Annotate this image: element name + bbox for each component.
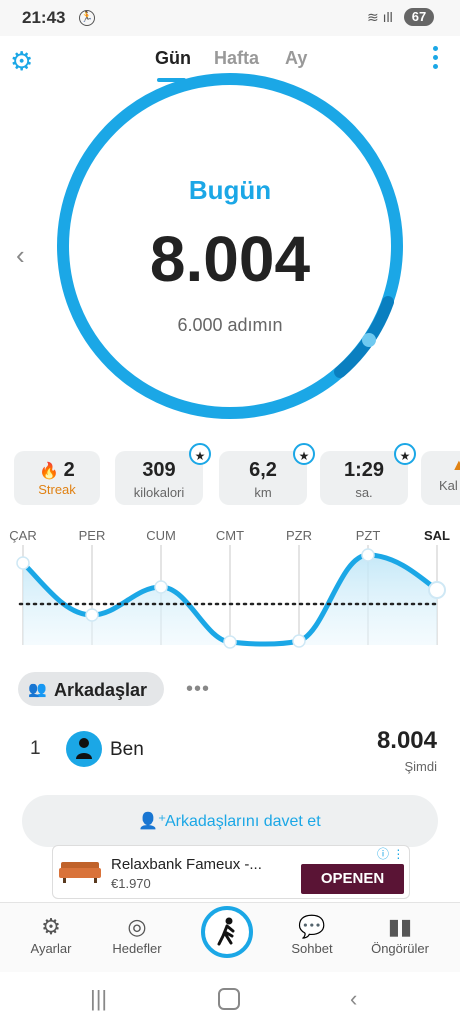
nav-goals[interactable]: ◎ Hedefler bbox=[102, 913, 172, 956]
settings-gear-icon[interactable]: ⚙ bbox=[10, 46, 33, 77]
chart-day-label-today: SAL bbox=[424, 528, 450, 543]
nav-walk-button[interactable] bbox=[201, 906, 253, 958]
status-bar: 21:43 🏃 ≋ ıll 67 bbox=[0, 0, 460, 36]
streak-value: 2 bbox=[63, 459, 75, 481]
nav-insights[interactable]: ▮▮ Öngörüler bbox=[365, 913, 435, 956]
invite-friends-button[interactable]: 👤⁺ Arkadaşlarını davet et bbox=[22, 795, 438, 847]
ring-goal-text: 6.000 adımın bbox=[177, 315, 283, 335]
friend-steps: 8.004 bbox=[376, 727, 437, 754]
friend-updated-time: Şimdi bbox=[404, 759, 437, 774]
gear-icon: ⚙ bbox=[41, 914, 61, 939]
chart-point bbox=[85, 608, 99, 622]
partial-card-label: Kal bbox=[439, 478, 458, 493]
ring-progress-cap bbox=[362, 333, 376, 347]
sofa-image bbox=[59, 862, 101, 883]
time-card[interactable]: 1:29 sa. ★ bbox=[320, 443, 416, 505]
ad-price: €1.970 bbox=[111, 876, 151, 891]
chart-point bbox=[361, 548, 375, 562]
ad-banner[interactable]: Relaxbank Fameux -... €1.970 ⓘ ⋮ OPENEN bbox=[52, 845, 410, 899]
nav-goals-label: Hedefler bbox=[112, 941, 162, 956]
streak-label: Streak bbox=[38, 482, 76, 497]
flame-icon: ▲ bbox=[451, 457, 460, 474]
chart-point bbox=[16, 556, 30, 570]
avatar bbox=[66, 731, 102, 767]
weekly-steps-chart[interactable] bbox=[0, 545, 460, 660]
chart-day-label: PZT bbox=[355, 528, 381, 543]
friends-section-button[interactable]: 👥 Arkadaşlar bbox=[18, 672, 164, 706]
calories-label: kilokalori bbox=[133, 485, 185, 500]
nav-insights-label: Öngörüler bbox=[371, 941, 429, 956]
chart-day-label: PZR bbox=[286, 528, 312, 543]
friends-more-icon[interactable]: ••• bbox=[186, 678, 210, 701]
battery-indicator: 67 bbox=[404, 8, 434, 26]
chart-point bbox=[154, 580, 168, 594]
distance-card[interactable]: 6,2 km ★ bbox=[219, 443, 315, 505]
chart-point-today bbox=[428, 581, 446, 599]
overflow-menu-icon[interactable] bbox=[433, 46, 439, 73]
time-label: sa. bbox=[355, 485, 373, 500]
friends-title: Arkadaşlar bbox=[54, 680, 148, 700]
friends-group-icon: 👥 bbox=[28, 681, 47, 698]
star-badge-icon: ★ bbox=[394, 443, 416, 465]
previous-day-arrow-icon[interactable]: ‹ bbox=[16, 240, 25, 271]
nav-settings[interactable]: ⚙ Ayarlar bbox=[16, 913, 86, 956]
calories-card[interactable]: 309 kilokalori ★ bbox=[115, 443, 211, 505]
nav-chat[interactable]: 💬 Sohbet bbox=[277, 913, 347, 956]
chart-day-label: CUM bbox=[146, 528, 176, 543]
friend-rank: 1 bbox=[30, 738, 41, 759]
chart-point bbox=[292, 634, 306, 648]
walking-person-icon bbox=[217, 917, 235, 946]
invite-friends-label: Arkadaşlarını davet et bbox=[165, 813, 321, 830]
ad-info-icon[interactable]: ⓘ ⋮ bbox=[377, 845, 404, 862]
system-navigation-bar: ||| ‹ bbox=[0, 972, 460, 1024]
flame-icon: 🔥 bbox=[39, 463, 60, 480]
calories-value: 309 bbox=[142, 459, 176, 481]
chat-bubble-icon: 💬 bbox=[298, 914, 326, 939]
distance-value: 6,2 bbox=[249, 459, 277, 481]
person-icon bbox=[76, 738, 92, 759]
streak-card[interactable]: 🔥 2 Streak bbox=[14, 451, 100, 505]
ad-title: Relaxbank Fameux -... bbox=[111, 856, 262, 873]
wifi-signal-icon: ≋ ıll bbox=[367, 9, 393, 25]
bar-chart-icon: ▮▮ bbox=[387, 914, 413, 939]
status-time: 21:43 bbox=[22, 8, 66, 27]
activity-tracking-icon: 🏃 bbox=[79, 10, 95, 26]
time-value: 1:29 bbox=[343, 459, 385, 481]
chart-day-label: PER bbox=[78, 528, 106, 543]
ring-step-count: 8.004 bbox=[149, 223, 311, 295]
chart-point bbox=[223, 635, 237, 649]
target-icon: ◎ bbox=[127, 914, 147, 939]
ring-title: Bugün bbox=[188, 175, 272, 205]
add-person-icon: 👤⁺ bbox=[138, 813, 167, 830]
home-icon[interactable] bbox=[218, 988, 240, 1010]
calories-partial-card[interactable]: ▲ Kal bbox=[421, 451, 460, 505]
chart-day-label: CMT bbox=[215, 528, 245, 543]
distance-label: km bbox=[254, 485, 272, 500]
ad-open-button[interactable]: OPENEN bbox=[301, 864, 404, 894]
star-badge-icon: ★ bbox=[189, 443, 211, 465]
friend-name: Ben bbox=[110, 739, 144, 760]
chart-day-label: ÇAR bbox=[9, 528, 37, 543]
nav-settings-label: Ayarlar bbox=[30, 941, 72, 956]
back-icon[interactable]: ‹ bbox=[350, 986, 357, 1012]
star-badge-icon: ★ bbox=[293, 443, 315, 465]
nav-chat-label: Sohbet bbox=[291, 941, 333, 956]
recent-apps-icon[interactable]: ||| bbox=[90, 986, 107, 1012]
